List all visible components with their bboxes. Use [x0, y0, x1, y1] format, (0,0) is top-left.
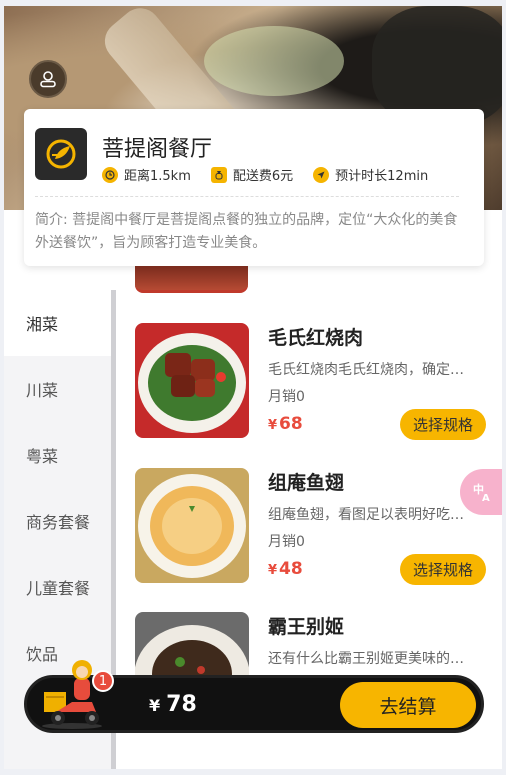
category-item[interactable]: 川菜 — [4, 356, 111, 422]
shop-meta: 距离1.5km 配送费6元 预计时长12min — [102, 165, 448, 184]
delivery-rider-icon[interactable] — [36, 656, 108, 732]
user-avatar-button[interactable] — [29, 60, 67, 98]
delivery-fee-info: 配送费6元 — [210, 165, 294, 184]
delivery-fee-text: 配送费6元 — [232, 169, 294, 184]
translate-button[interactable]: 中 A — [460, 469, 502, 515]
dish-name: 霸王别姬 — [268, 616, 345, 638]
dish-item[interactable]: 组庵鱼翅 组庵鱼翅，看图足以表明好吃程度 月销0 ¥48 选择规格 — [116, 468, 502, 598]
money-bag-icon — [210, 166, 227, 183]
shop-intro: 简介: 菩提阁中餐厅是菩提阁点餐的独立的品牌，定位“大众化的美食外送餐饮”，旨为… — [35, 212, 458, 251]
category-item[interactable]: 商务套餐 — [4, 488, 111, 554]
dish-item[interactable]: 毛氏红烧肉 毛氏红烧肉毛氏红烧肉，确定不来一份？ 月销0 ¥68 选择规格 — [116, 323, 502, 453]
svg-text:A: A — [482, 493, 490, 503]
cart-count-badge: 1 — [92, 670, 114, 692]
shop-logo — [35, 128, 87, 180]
dish-sales: 月销0 — [268, 534, 305, 550]
shop-logo-icon — [46, 139, 76, 169]
distance-info: 距离1.5km — [102, 165, 191, 184]
navigation-arrow-icon — [313, 166, 330, 183]
dish-description: 组庵鱼翅，看图足以表明好吃程度 — [268, 507, 466, 523]
eta-text: 预计时长12min — [335, 169, 429, 184]
dish-description: 毛氏红烧肉毛氏红烧肉，确定不来一份？ — [268, 362, 466, 378]
restaurant-page: 菩提阁餐厅 距离1.5km 配送费6元 预计时长12min 简介: 菩提阁中餐厅… — [4, 6, 502, 769]
translate-icon: 中 A — [473, 482, 490, 503]
clock-icon — [102, 166, 118, 183]
dish-image[interactable] — [135, 323, 249, 438]
eta-info: 预计时长12min — [313, 165, 428, 184]
cart-total: ¥78 — [149, 692, 197, 717]
shop-name: 菩提阁餐厅 — [102, 137, 213, 162]
dish-name: 组庵鱼翅 — [268, 472, 345, 494]
category-item[interactable]: 儿童套餐 — [4, 554, 111, 620]
dish-image[interactable] — [135, 468, 249, 583]
category-item[interactable]: 湘菜 — [4, 290, 111, 356]
card-divider — [35, 196, 459, 197]
dish-image-partial — [135, 266, 248, 293]
select-spec-button[interactable]: 选择规格 — [400, 409, 486, 440]
user-icon — [40, 71, 56, 88]
shop-info-card: 菩提阁餐厅 距离1.5km 配送费6元 预计时长12min 简介: 菩提阁中餐厅… — [24, 109, 484, 266]
dish-sales: 月销0 — [268, 389, 305, 405]
dish-price: ¥68 — [268, 414, 303, 434]
select-spec-button[interactable]: 选择规格 — [400, 554, 486, 585]
checkout-button[interactable]: 去结算 — [340, 682, 476, 728]
distance-text: 距离1.5km — [124, 169, 191, 184]
dish-price: ¥48 — [268, 559, 303, 579]
dish-name: 毛氏红烧肉 — [268, 327, 364, 349]
dish-description: 还有什么比霸王别姬更美味的呢？ — [268, 651, 466, 667]
category-item[interactable]: 粤菜 — [4, 422, 111, 488]
